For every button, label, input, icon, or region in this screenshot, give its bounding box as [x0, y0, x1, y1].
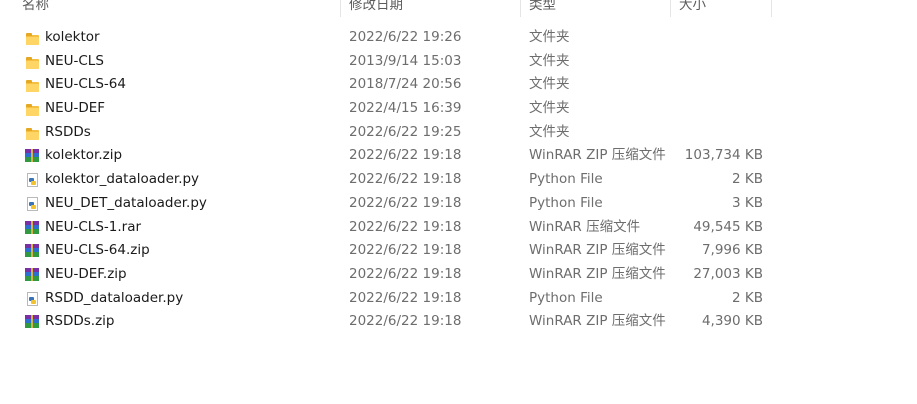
file-list: kolektor 2022/6/22 19:26 文件夹 NEU-CLS 2013/9/… — [0, 26, 917, 334]
file-modified-date: 2022/6/22 19:18 — [349, 265, 462, 282]
column-header-name[interactable]: 名称 — [22, 0, 49, 15]
file-name[interactable]: kolektor.zip — [45, 144, 122, 168]
file-modified-date: 2022/6/22 19:26 — [349, 29, 462, 45]
file-name[interactable]: NEU-CLS-1.rar — [45, 216, 141, 240]
file-type: 文件夹 — [529, 76, 570, 93]
file-type: WinRAR 压缩文件 — [529, 218, 641, 235]
folder-icon — [24, 77, 40, 93]
file-modified-date: 2022/6/22 19:18 — [349, 194, 462, 211]
python-file-icon — [24, 172, 40, 188]
python-file-icon — [24, 291, 40, 307]
file-row[interactable]: NEU-CLS-64.zip 2022/6/22 19:18 WinRAR ZIP … — [0, 239, 917, 263]
file-type: Python File — [529, 194, 603, 211]
file-modified-date: 2022/6/22 19:18 — [349, 147, 462, 164]
file-row[interactable]: NEU-CLS 2013/9/14 15:03 文件夹 — [0, 50, 917, 74]
file-name[interactable]: NEU-DEF.zip — [45, 263, 127, 287]
file-size: 2 KB — [732, 289, 763, 306]
file-row[interactable]: NEU-DEF.zip 2022/6/22 19:18 WinRAR ZIP 压缩文… — [0, 263, 917, 287]
folder-icon — [24, 125, 40, 141]
file-row[interactable]: NEU_DET_dataloader.py 2022/6/22 19:18 Pyth… — [0, 192, 917, 216]
file-type: Python File — [529, 171, 603, 188]
file-name[interactable]: NEU-CLS-64.zip — [45, 239, 150, 263]
column-header-type[interactable]: 类型 — [529, 0, 556, 15]
file-name[interactable]: NEU-CLS-64 — [45, 73, 126, 97]
column-header-bar: 名称 修改日期 类型 大小 — [0, 0, 917, 17]
file-type: 文件夹 — [529, 123, 570, 140]
column-divider[interactable] — [520, 0, 521, 17]
file-size: 27,003 KB — [693, 265, 763, 282]
file-name[interactable]: NEU_DET_dataloader.py — [45, 192, 207, 216]
python-file-icon — [24, 196, 40, 212]
winrar-archive-icon — [24, 220, 40, 236]
file-type: Python File — [529, 289, 603, 306]
winrar-archive-icon — [24, 243, 40, 259]
folder-icon — [24, 30, 40, 46]
winrar-archive-icon — [24, 148, 40, 164]
file-row[interactable]: RSDDs.zip 2022/6/22 19:18 WinRAR ZIP 压缩文件 4… — [0, 310, 917, 334]
column-divider[interactable] — [340, 0, 341, 17]
file-modified-date: 2013/9/14 15:03 — [349, 52, 462, 69]
file-type: 文件夹 — [529, 100, 570, 117]
file-row[interactable]: kolektor.zip 2022/6/22 19:18 WinRAR ZIP 压缩… — [0, 144, 917, 168]
file-modified-date: 2022/4/15 16:39 — [349, 100, 462, 117]
file-name[interactable]: kolektor — [45, 26, 100, 50]
column-divider[interactable] — [771, 0, 772, 17]
file-size: 4,390 KB — [701, 313, 763, 330]
file-row[interactable]: NEU-CLS-64 2018/7/24 20:56 文件夹 — [0, 73, 917, 97]
file-name[interactable]: NEU-CLS — [45, 50, 104, 74]
winrar-archive-icon — [24, 267, 40, 283]
folder-icon — [24, 101, 40, 117]
file-modified-date: 2018/7/24 20:56 — [349, 76, 462, 93]
file-size: 2 KB — [732, 171, 763, 188]
file-name[interactable]: kolektor_dataloader.py — [45, 168, 199, 192]
file-modified-date: 2022/6/22 19:18 — [349, 171, 462, 188]
file-row[interactable]: kolektor_dataloader.py 2022/6/22 19:18 Pyt… — [0, 168, 917, 192]
folder-icon — [24, 54, 40, 70]
column-divider[interactable] — [670, 0, 671, 17]
file-name[interactable]: RSDDs — [45, 121, 91, 145]
file-size: 103,734 KB — [684, 147, 763, 164]
file-size: 7,996 KB — [701, 242, 763, 259]
file-row[interactable]: NEU-CLS-1.rar 2022/6/22 19:18 WinRAR 压缩文件 4… — [0, 216, 917, 240]
file-modified-date: 2022/6/22 19:18 — [349, 289, 462, 306]
winrar-archive-icon — [24, 314, 40, 330]
file-modified-date: 2022/6/22 19:18 — [349, 218, 462, 235]
file-row[interactable]: RSDD_dataloader.py 2022/6/22 19:18 Python … — [0, 287, 917, 311]
file-modified-date: 2022/6/22 19:18 — [349, 313, 462, 330]
file-type: 文件夹 — [529, 29, 570, 45]
file-row[interactable]: NEU-DEF 2022/4/15 16:39 文件夹 — [0, 97, 917, 121]
file-row[interactable]: RSDDs 2022/6/22 19:25 文件夹 — [0, 121, 917, 145]
column-header-date[interactable]: 修改日期 — [349, 0, 403, 15]
file-modified-date: 2022/6/22 19:25 — [349, 123, 462, 140]
file-name[interactable]: NEU-DEF — [45, 97, 105, 121]
file-name[interactable]: RSDD_dataloader.py — [45, 287, 183, 311]
file-name[interactable]: RSDDs.zip — [45, 310, 114, 334]
file-modified-date: 2022/6/22 19:18 — [349, 242, 462, 259]
file-type: 文件夹 — [529, 52, 570, 69]
file-size: 3 KB — [732, 194, 763, 211]
file-row[interactable]: kolektor 2022/6/22 19:26 文件夹 — [0, 26, 917, 50]
column-header-size[interactable]: 大小 — [679, 0, 706, 15]
file-size: 49,545 KB — [693, 218, 763, 235]
